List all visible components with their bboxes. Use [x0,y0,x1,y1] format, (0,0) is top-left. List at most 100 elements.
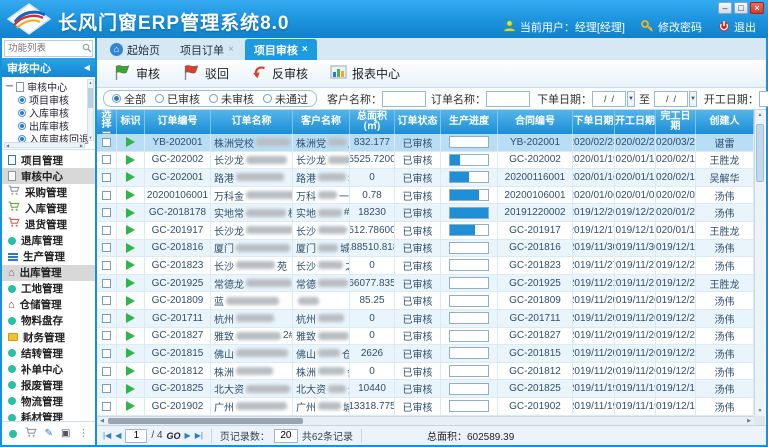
column-header[interactable]: 订单编号 [145,110,211,134]
scroll-up-icon[interactable]: ▲ [88,80,93,85]
row-select-cell[interactable] [97,187,117,204]
table-row[interactable]: GC-201902广州广州城轨13318.775已审核GC-2019022019… [97,398,754,416]
toolbar-button[interactable]: 审核 [105,61,168,87]
column-header[interactable]: 总面积(㎡) [350,110,395,134]
row-checkbox[interactable] [102,367,111,376]
column-header[interactable]: 创建人 [696,110,754,134]
sidebar-module-item[interactable]: 采购管理 [2,184,95,200]
row-select-cell[interactable] [97,398,117,415]
column-header[interactable]: 标识 [117,110,145,134]
row-select-cell[interactable] [97,152,117,169]
grid-hscroll-thumb[interactable] [108,418,303,424]
cart-icon[interactable] [25,427,37,441]
row-select-cell[interactable] [97,240,117,257]
column-header[interactable]: 合同编号 [498,110,573,134]
sidebar-module-item[interactable]: ⌂仓储管理 [2,297,95,313]
column-header[interactable]: 开工日期 [615,110,656,134]
more-icon[interactable]: ⋮ [78,428,88,439]
row-checkbox[interactable] [102,173,111,182]
next-page-button[interactable]: ▶ [185,431,191,440]
scroll-down-icon[interactable]: ▼ [88,135,93,140]
order-date-from-input[interactable] [592,91,626,107]
row-checkbox[interactable] [102,191,111,200]
scroll-right-icon[interactable]: ▶ [744,417,754,425]
table-row[interactable]: GC-2018178实地常栋实地#..18230已审核2019122000220… [97,204,754,222]
sidebar-module-item[interactable]: 退货管理 [2,216,95,232]
row-select-cell[interactable] [97,204,117,221]
row-select-cell[interactable] [97,363,117,380]
tab-item[interactable]: ⌂起始页 [101,39,169,60]
order-date-to-input[interactable] [654,91,688,107]
column-header[interactable]: 生产进度 [441,110,498,134]
scroll-left-icon[interactable]: ◀ [97,417,107,425]
table-row[interactable]: GC-202001路港路港墙0已审核202001160012020/01/162… [97,169,754,187]
first-page-button[interactable]: |◀ [103,431,111,440]
start-date-input[interactable] [759,91,768,107]
search-icon[interactable] [82,40,92,58]
grid-vscroll-thumb[interactable] [756,124,764,182]
row-checkbox[interactable] [102,384,111,393]
row-checkbox[interactable] [102,226,111,235]
sidebar-module-item[interactable]: 结转管理 [2,345,95,361]
table-row[interactable]: GC-201711杭州杭州0已审核GC-2017112019/11/202019… [97,310,754,328]
sidebar-module-item[interactable]: 项目管理 [2,152,95,168]
row-select-cell[interactable] [97,275,117,292]
table-row[interactable]: GC-201815佛山佛山仓库2626已审核GC-2018152019/11/2… [97,345,754,363]
filter-radio[interactable]: 已审核 [155,91,200,107]
table-row[interactable]: GC-201812株洲株洲会所0已审核GC-2018122019/11/2020… [97,363,754,381]
tab-close-icon[interactable]: × [228,44,234,55]
column-header[interactable]: 订单状态 [395,110,441,134]
row-select-cell[interactable] [97,345,117,362]
sidebar-module-item[interactable]: 入库管理 [2,200,95,216]
row-select-cell[interactable] [97,169,117,186]
order-date-from-dropdown[interactable]: ▼ [627,91,635,107]
toolbar-button[interactable]: 报表中心 [322,62,408,86]
minimize-button[interactable]: – [718,2,732,14]
sidebar-module-item[interactable]: 退库管理 [2,232,95,248]
row-checkbox[interactable] [102,349,111,358]
dot-icon[interactable] [9,430,17,438]
table-row[interactable]: GC-201827雅致2#雅致2#0已审核GC-2018272019/11/20… [97,328,754,346]
grid-vertical-scrollbar[interactable]: ▲ ▼ [754,110,765,416]
row-select-cell[interactable] [97,222,117,239]
row-checkbox[interactable] [102,155,111,164]
row-select-cell[interactable] [97,380,117,397]
row-checkbox[interactable] [102,402,111,411]
table-row[interactable]: GC-202002长沙龙长沙龙苑..65525.7200..已审核GC-2020… [97,152,754,170]
table-row[interactable]: GC-201816厦门厦门城望188510.818已审核GC-201816201… [97,240,754,258]
tab-item[interactable]: 项目订单× [171,39,243,60]
column-header[interactable]: 下单日期 [573,110,615,134]
tab-item[interactable]: 项目审核× [245,39,317,60]
scroll-right-icon[interactable]: ▶ [80,143,83,148]
tree-scroll-thumb[interactable] [88,88,93,108]
row-checkbox[interactable] [102,261,111,270]
table-row[interactable]: YB-202001株洲党校株洲党凤..832.177已审核YB-20200120… [97,134,754,152]
sidebar-module-item[interactable]: 物料盘存 [2,313,95,329]
table-row[interactable]: 20200106001万科金万科一期0.78已审核202001060012020… [97,187,754,205]
pencil-icon[interactable]: ✎ [45,428,53,439]
table-row[interactable]: GC-201809蓝85.25已审核GC-2018092019/11/20201… [97,292,754,310]
filter-radio[interactable]: 全部 [112,91,146,107]
sidebar-module-item[interactable]: 财务管理 [2,329,95,345]
row-select-cell[interactable] [97,310,117,327]
go-button[interactable]: GO [167,431,181,441]
row-checkbox[interactable] [102,279,111,288]
sidebar-module-item[interactable]: 工地管理 [2,281,95,297]
sidebar-module-item[interactable]: 耗材管理 [2,410,95,422]
change-password-button[interactable]: 修改密码 [641,19,702,35]
grid-horizontal-scrollbar[interactable]: ◀ ▶ [97,416,754,425]
toolbar-button[interactable]: 反审核 [243,62,316,86]
page-size-input[interactable] [274,429,298,443]
sidebar-panel-header[interactable]: 审核中心 ◀ [2,58,95,77]
box-icon[interactable]: ▣ [61,428,70,439]
row-checkbox[interactable] [102,208,111,217]
scroll-left-icon[interactable]: ◀ [6,143,9,148]
maximize-button[interactable]: □ [734,2,748,14]
row-select-cell[interactable] [97,257,117,274]
scroll-up-icon[interactable]: ▲ [755,112,765,118]
filter-radio[interactable]: 未通过 [263,91,308,107]
order-date-to-dropdown[interactable]: ▼ [689,91,697,107]
sidebar-module-item[interactable]: 生产管理 [2,249,95,265]
table-row[interactable]: GC-201823长沙苑长沙之..0已审核GC-2018232019/11/27… [97,257,754,275]
row-select-cell[interactable] [97,328,117,345]
